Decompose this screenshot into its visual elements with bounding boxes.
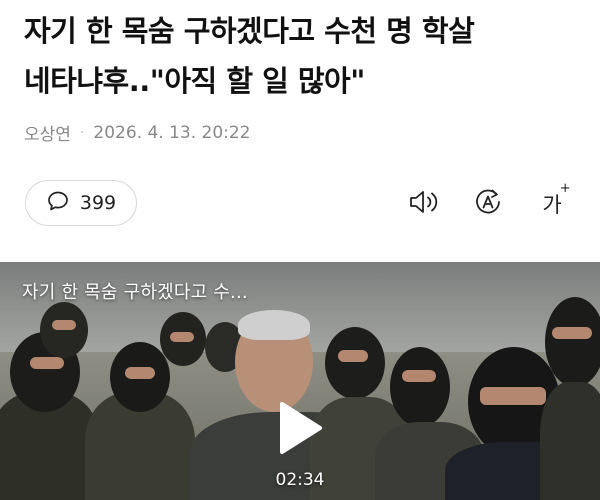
comment-count: 399 bbox=[79, 192, 117, 214]
font-size-label: 가 bbox=[542, 193, 562, 217]
meta-separator: · bbox=[79, 124, 85, 141]
article-headline: 자기 한 목숨 구하겠다고 수천 명 학살 네타냐후.."아직 할 일 많아" bbox=[24, 6, 584, 106]
article-meta: 오상연 · 2026. 4. 13. 20:22 bbox=[24, 120, 251, 146]
video-duration: 02:34 bbox=[275, 470, 325, 490]
headline-line-1: 자기 한 목숨 구하겠다고 수천 명 학살 bbox=[24, 14, 475, 48]
headline-line-2: 네타냐후.."아직 할 일 많아" bbox=[24, 64, 365, 98]
translate-button[interactable] bbox=[470, 186, 506, 222]
play-icon bbox=[274, 400, 324, 460]
play-button[interactable] bbox=[271, 402, 327, 458]
comment-button[interactable]: 399 bbox=[25, 180, 137, 226]
speech-bubble-icon bbox=[46, 189, 70, 217]
video-title: 자기 한 목숨 구하겠다고 수... bbox=[22, 282, 248, 303]
author-name[interactable]: 오상연 bbox=[24, 120, 71, 145]
read-aloud-button[interactable] bbox=[406, 186, 442, 222]
font-size-plus: + bbox=[559, 181, 571, 196]
font-size-icon: 가 + bbox=[542, 181, 570, 219]
speaker-icon bbox=[407, 187, 441, 221]
translate-icon bbox=[472, 186, 504, 222]
video-player[interactable]: 자기 한 목숨 구하겠다고 수... 02:34 bbox=[0, 262, 600, 500]
font-size-button[interactable]: 가 + bbox=[534, 181, 570, 222]
publish-timestamp: 2026. 4. 13. 20:22 bbox=[93, 122, 251, 143]
